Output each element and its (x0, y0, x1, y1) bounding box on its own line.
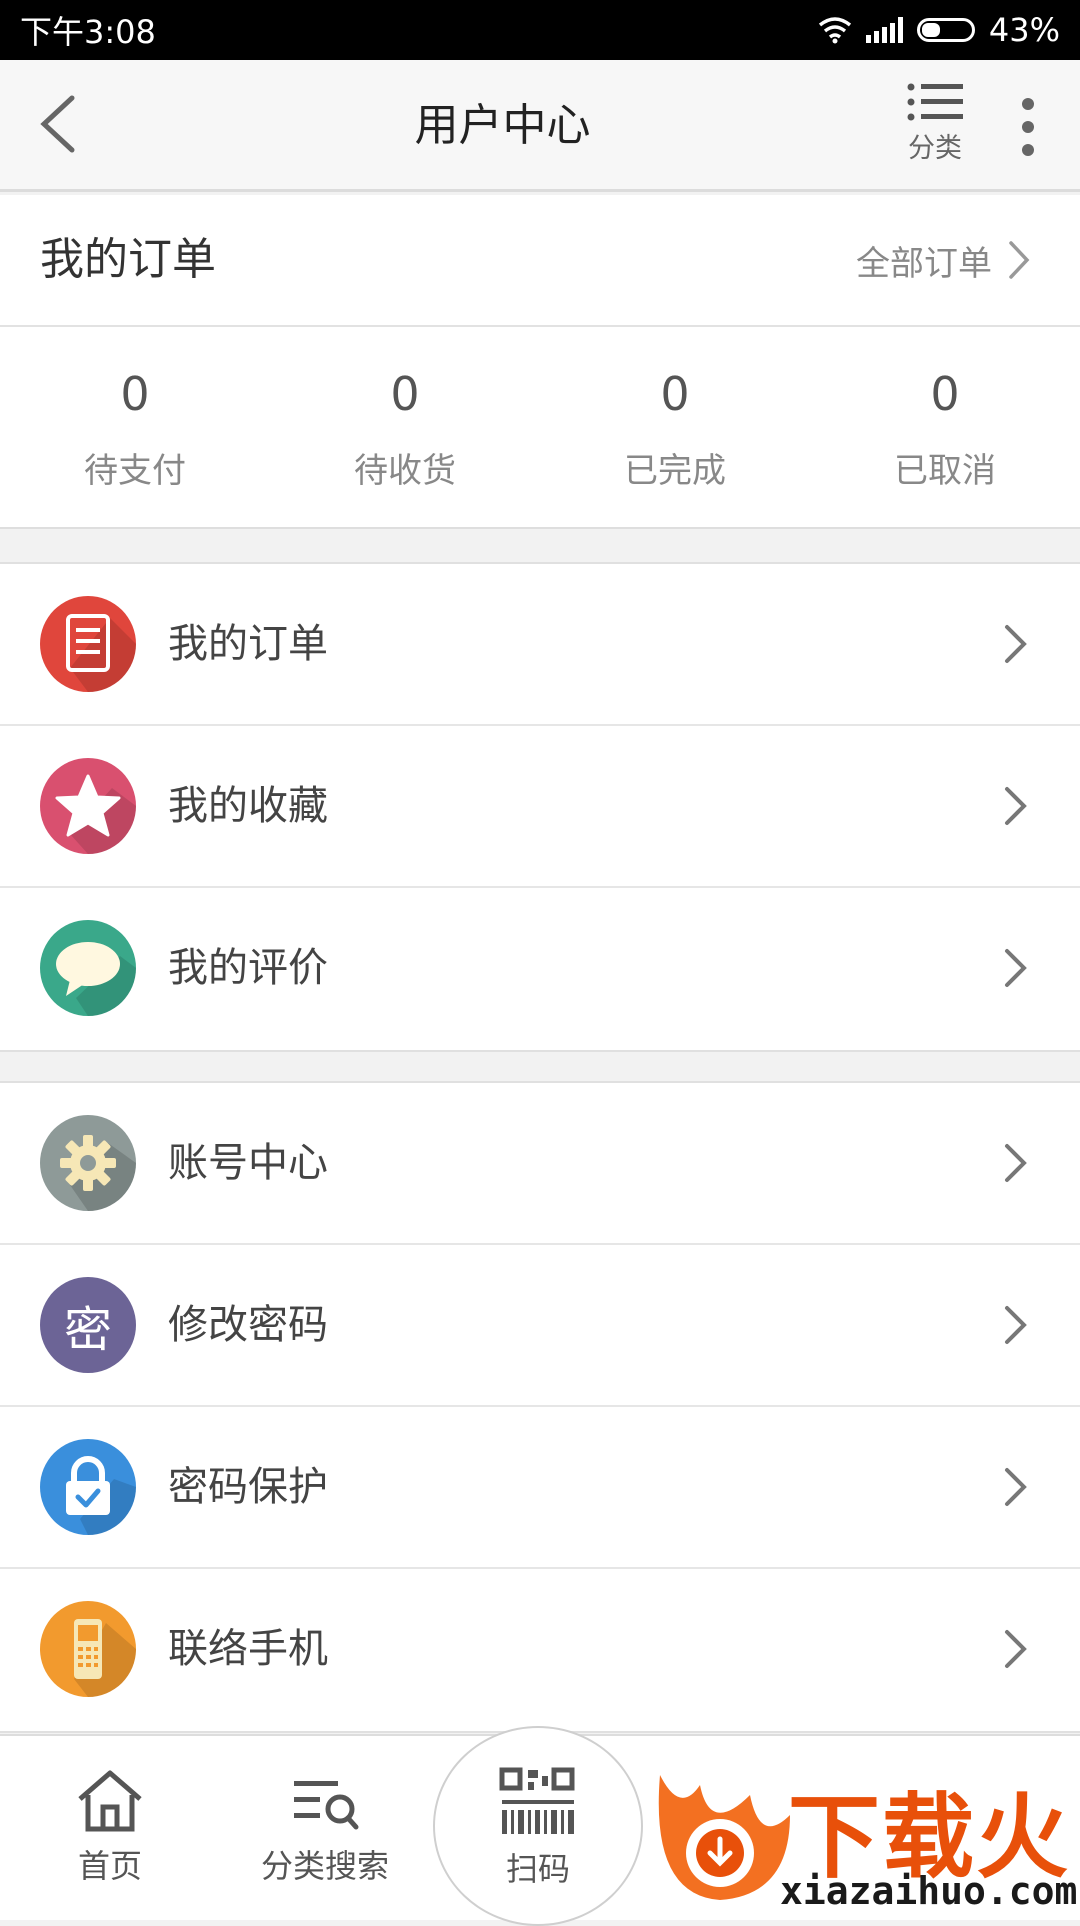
stat-completed[interactable]: 0 已完成 (540, 327, 810, 527)
menu-item-account-center[interactable]: 账号中心 (0, 1083, 1080, 1245)
chevron-right-icon (1005, 1468, 1027, 1506)
star-icon (40, 758, 136, 854)
nav-bar: 用户中心 分类 (0, 60, 1080, 192)
menu-item-contact-phone[interactable]: 联络手机 (0, 1569, 1080, 1731)
tab-home[interactable]: 首页 (40, 1736, 180, 1920)
category-button[interactable]: 分类 (900, 82, 970, 182)
chevron-right-icon (1005, 1144, 1027, 1182)
chat-bubble-icon (40, 920, 136, 1016)
wifi-icon (818, 17, 851, 44)
back-arrow-icon[interactable] (34, 94, 84, 154)
search-list-icon (294, 1781, 359, 1830)
battery-icon (916, 18, 975, 42)
stat-value: 0 (120, 367, 150, 421)
page-title: 用户中心 (414, 100, 591, 151)
stat-label: 待支付 (84, 451, 186, 491)
menu-item-label: 密码保护 (168, 1464, 328, 1510)
stat-label: 待收货 (354, 451, 456, 491)
chevron-right-icon (1005, 949, 1027, 987)
stat-value: 0 (390, 367, 420, 421)
battery-percent: 43% (988, 11, 1060, 49)
password-char-glyph: 密 (63, 1302, 112, 1358)
password-char-icon: 密 (40, 1277, 136, 1373)
mobile-phone-icon (40, 1601, 136, 1697)
all-orders-link[interactable]: 全部订单 (856, 195, 1030, 325)
menu-item-label: 账号中心 (168, 1140, 328, 1186)
gear-icon (40, 1115, 136, 1211)
chevron-right-icon (1009, 241, 1030, 279)
category-label: 分类 (908, 133, 962, 164)
tab-label: 扫码 (505, 1850, 570, 1888)
menu-item-change-password[interactable]: 密 修改密码 (0, 1245, 1080, 1407)
tab-label: 首页 (77, 1847, 142, 1885)
signal-icon (865, 17, 903, 43)
chevron-right-icon (1005, 1306, 1027, 1344)
all-orders-label: 全部订单 (856, 243, 992, 284)
menu-item-label: 联络手机 (168, 1626, 328, 1672)
stat-label: 已完成 (624, 451, 726, 491)
tab-category-search[interactable]: 分类搜索 (245, 1736, 405, 1920)
qr-barcode-icon (499, 1767, 575, 1834)
more-vertical-icon[interactable] (1018, 96, 1038, 158)
stat-cancelled[interactable]: 0 已取消 (810, 327, 1080, 527)
list-icon (907, 83, 963, 121)
stat-value: 0 (930, 367, 960, 421)
home-icon (78, 1770, 142, 1832)
my-orders-header: 我的订单 全部订单 (0, 195, 1080, 327)
menu-group-orders: 我的订单 我的收藏 我的评价 (0, 562, 1080, 1052)
chevron-right-icon (1005, 625, 1027, 663)
chevron-right-icon (1005, 1630, 1027, 1668)
status-bar: 下午3:08 43% (0, 0, 1080, 60)
stat-pending-receipt[interactable]: 0 待收货 (270, 327, 540, 527)
tab-label: 分类搜索 (260, 1847, 389, 1885)
my-orders-title: 我的订单 (40, 234, 216, 285)
stat-label: 已取消 (894, 451, 996, 491)
menu-item-label: 修改密码 (168, 1302, 328, 1348)
bottom-tab-bar: 首页 分类搜索 扫码 (0, 1726, 1080, 1926)
menu-item-label: 我的评价 (168, 945, 328, 991)
menu-item-label: 我的订单 (168, 621, 328, 667)
menu-item-label: 我的收藏 (168, 783, 328, 829)
order-list-icon (40, 596, 136, 692)
battery-fill (921, 23, 941, 37)
chevron-right-icon (1005, 787, 1027, 825)
menu-item-my-reviews[interactable]: 我的评价 (0, 888, 1080, 1050)
order-stats: 0 待支付 0 待收货 0 已完成 0 已取消 (0, 327, 1080, 529)
stat-value: 0 (660, 367, 690, 421)
tab-scan[interactable]: 扫码 (468, 1736, 608, 1920)
menu-item-my-orders[interactable]: 我的订单 (0, 564, 1080, 726)
stat-pending-payment[interactable]: 0 待支付 (0, 327, 270, 527)
menu-item-password-protection[interactable]: 密码保护 (0, 1407, 1080, 1569)
menu-group-account: 账号中心 密 修改密码 密码保护 联络手机 (0, 1081, 1080, 1733)
status-time: 下午3:08 (20, 13, 156, 51)
lock-icon (40, 1439, 136, 1535)
menu-item-my-favorites[interactable]: 我的收藏 (0, 726, 1080, 888)
